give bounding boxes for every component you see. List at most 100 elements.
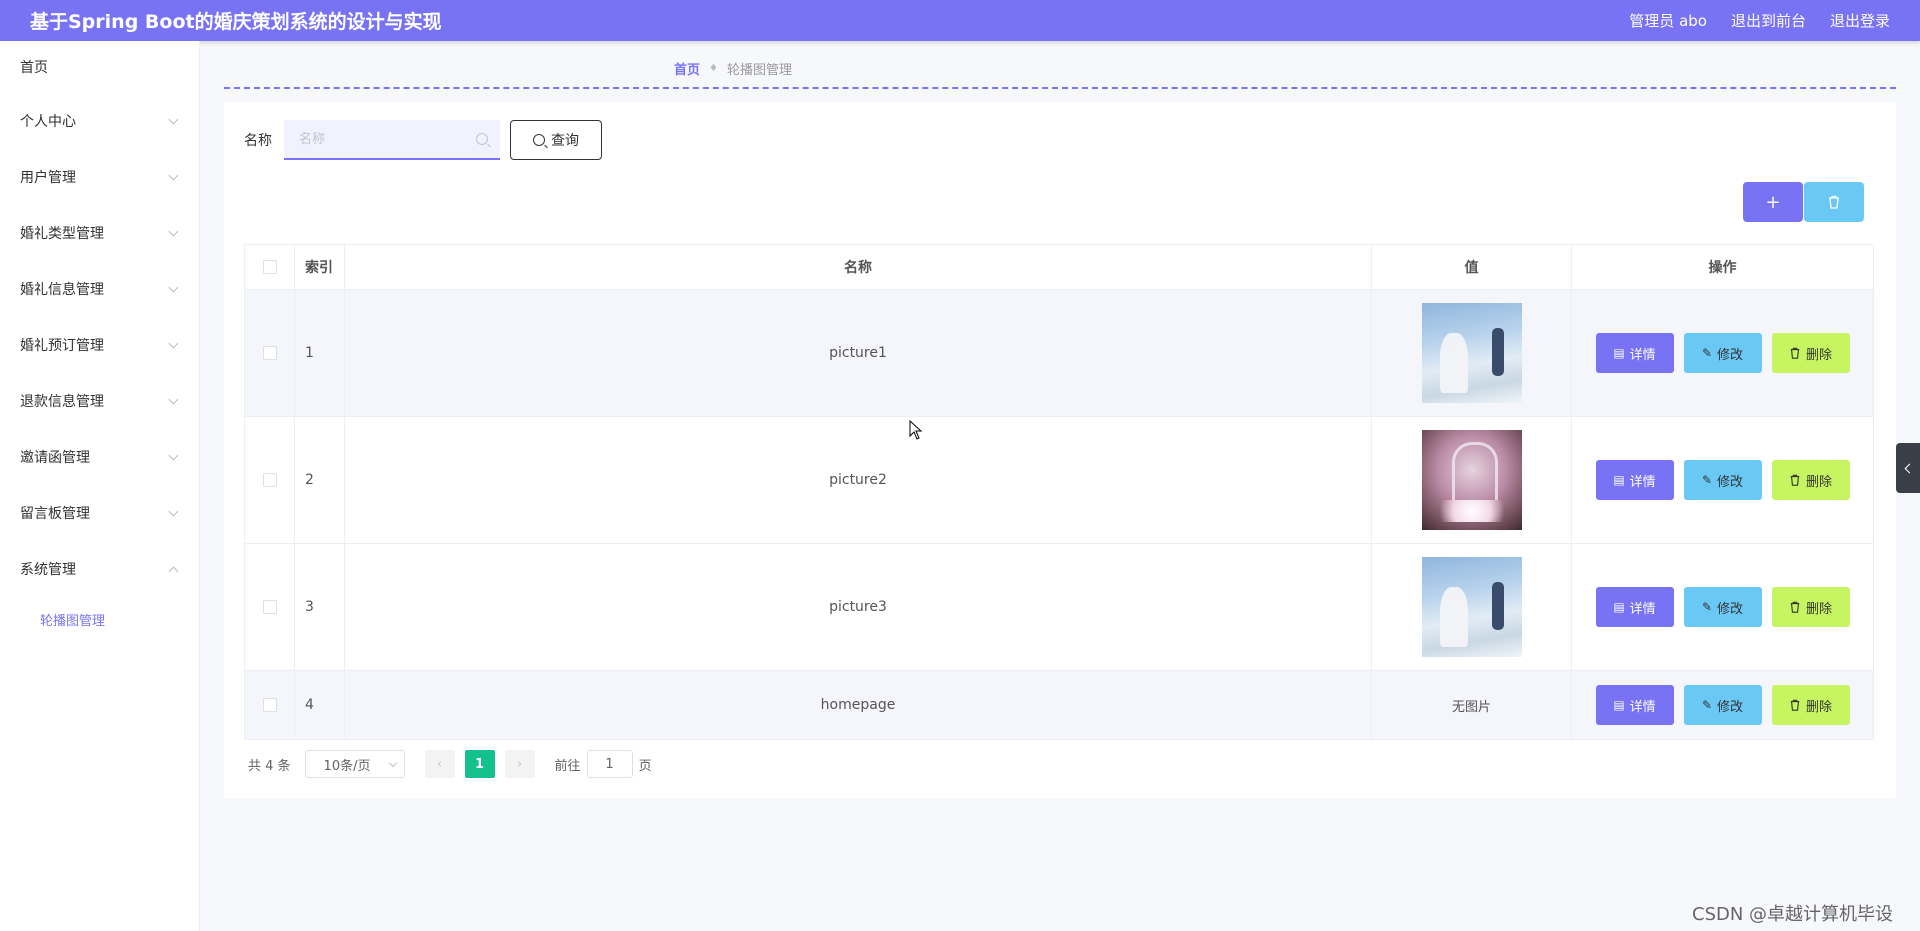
row-index: 1 bbox=[295, 290, 345, 416]
search-icon bbox=[476, 133, 488, 145]
search-bar: 名称 查询 bbox=[244, 120, 602, 160]
detail-button[interactable]: ▤ 详情 bbox=[1595, 685, 1674, 725]
row-checkbox-cell bbox=[245, 417, 295, 543]
chevron-down-icon bbox=[168, 282, 179, 292]
chevron-down-icon bbox=[168, 170, 179, 180]
search-input-wrapper[interactable] bbox=[284, 120, 500, 160]
no-image-text: 无图片 bbox=[1451, 699, 1491, 715]
pencil-icon: ✎ bbox=[1701, 698, 1713, 712]
carousel-table: 索引 名称 值 操作 1 picture1 ▤ 详情 ✎ 修改 删除 2 pictu… bbox=[244, 244, 1874, 740]
logout-link[interactable]: 退出登录 bbox=[1830, 10, 1890, 31]
document-icon: ▤ bbox=[1613, 698, 1625, 712]
sidebar-item-label: 退款信息管理 bbox=[20, 394, 104, 410]
delete-button[interactable]: 删除 bbox=[1771, 333, 1850, 373]
table-row: 3 picture3 ▤ 详情 ✎ 修改 删除 bbox=[245, 544, 1873, 671]
delete-button[interactable]: 删除 bbox=[1771, 460, 1850, 500]
header-actions: 管理员 abo 退出到前台 退出登录 bbox=[1629, 10, 1890, 31]
row-name: homepage bbox=[345, 671, 1372, 739]
page-number-active[interactable]: 1 bbox=[464, 750, 495, 778]
edit-label: 修改 bbox=[1717, 699, 1744, 715]
document-icon: ▤ bbox=[1613, 473, 1625, 487]
sidebar-subitem-carousel[interactable]: 轮播图管理 bbox=[0, 597, 199, 641]
next-page-button[interactable]: › bbox=[504, 750, 535, 778]
goto-page-input[interactable] bbox=[586, 750, 633, 778]
plus-icon: + bbox=[1765, 191, 1781, 213]
search-icon bbox=[533, 134, 545, 146]
chevron-down-icon bbox=[168, 450, 179, 460]
detail-label: 详情 bbox=[1629, 699, 1656, 715]
wedding-photo-thumbnail bbox=[1421, 430, 1522, 530]
page-size-select[interactable]: 10条/页 bbox=[304, 750, 405, 778]
row-name: picture1 bbox=[345, 290, 1372, 416]
chevron-down-icon bbox=[168, 114, 179, 124]
sidebar-item-label: 首页 bbox=[20, 60, 48, 76]
header-ops: 操作 bbox=[1708, 260, 1737, 276]
row-checkbox[interactable] bbox=[262, 473, 277, 487]
detail-button[interactable]: ▤ 详情 bbox=[1595, 587, 1674, 627]
row-ops: ▤ 详情 ✎ 修改 删除 bbox=[1572, 544, 1873, 670]
watermark-text: CSDN @卓越计算机毕设 bbox=[1692, 904, 1894, 925]
mouse-cursor-icon bbox=[909, 420, 923, 440]
delete-label: 删除 bbox=[1805, 474, 1832, 490]
row-checkbox[interactable] bbox=[262, 698, 277, 712]
chevron-down-icon bbox=[168, 226, 179, 236]
edit-button[interactable]: ✎ 修改 bbox=[1683, 587, 1762, 627]
panel-toggle-button[interactable] bbox=[1896, 443, 1920, 493]
query-button-label: 查询 bbox=[551, 133, 579, 149]
query-button[interactable]: 查询 bbox=[510, 120, 602, 160]
delete-button[interactable]: 删除 bbox=[1771, 587, 1850, 627]
sidebar-item-system[interactable]: 系统管理 bbox=[0, 541, 199, 597]
edit-button[interactable]: ✎ 修改 bbox=[1683, 460, 1762, 500]
row-value: 无图片 bbox=[1372, 671, 1572, 739]
edit-button[interactable]: ✎ 修改 bbox=[1683, 685, 1762, 725]
row-index: 4 bbox=[295, 671, 345, 739]
row-checkbox-cell bbox=[245, 671, 295, 739]
delete-label: 删除 bbox=[1805, 347, 1832, 363]
exit-to-front-link[interactable]: 退出到前台 bbox=[1731, 10, 1806, 31]
chevron-left-icon bbox=[1904, 463, 1915, 473]
breadcrumb-home[interactable]: 首页 bbox=[674, 59, 700, 78]
sidebar-item-user-management[interactable]: 用户管理 bbox=[0, 149, 199, 205]
delete-label: 删除 bbox=[1805, 601, 1832, 617]
search-input[interactable] bbox=[299, 131, 459, 147]
detail-button[interactable]: ▤ 详情 bbox=[1595, 460, 1674, 500]
sidebar-item-wedding-booking[interactable]: 婚礼预订管理 bbox=[0, 317, 199, 373]
row-index: 3 bbox=[295, 544, 345, 670]
prev-page-button[interactable]: ‹ bbox=[424, 750, 455, 778]
sidebar-item-wedding-type[interactable]: 婚礼类型管理 bbox=[0, 205, 199, 261]
sidebar-item-label: 婚礼信息管理 bbox=[20, 282, 104, 298]
pencil-icon: ✎ bbox=[1701, 473, 1713, 487]
sidebar-item-refund-info[interactable]: 退款信息管理 bbox=[0, 373, 199, 429]
admin-user-label[interactable]: 管理员 abo bbox=[1629, 10, 1707, 31]
row-value bbox=[1372, 544, 1572, 670]
sidebar-item-message-board[interactable]: 留言板管理 bbox=[0, 485, 199, 541]
select-all-checkbox[interactable] bbox=[262, 260, 277, 274]
row-checkbox-cell bbox=[245, 290, 295, 416]
delete-label: 删除 bbox=[1805, 699, 1832, 715]
table-header-row: 索引 名称 值 操作 bbox=[245, 245, 1873, 290]
batch-delete-button[interactable] bbox=[1804, 182, 1864, 222]
top-header: 基于Spring Boot的婚庆策划系统的设计与实现 管理员 abo 退出到前台… bbox=[0, 0, 1920, 41]
sidebar-item-invitation[interactable]: 邀请函管理 bbox=[0, 429, 199, 485]
row-index: 2 bbox=[295, 417, 345, 543]
sidebar-item-home[interactable]: 首页 bbox=[0, 41, 199, 93]
chevron-down-icon bbox=[388, 758, 397, 767]
detail-button[interactable]: ▤ 详情 bbox=[1595, 333, 1674, 373]
add-button[interactable]: + bbox=[1743, 182, 1803, 222]
page-size-value: 10条/页 bbox=[323, 758, 371, 774]
sidebar-item-wedding-info[interactable]: 婚礼信息管理 bbox=[0, 261, 199, 317]
sidebar-item-label: 个人中心 bbox=[20, 114, 76, 130]
delete-button[interactable]: 删除 bbox=[1771, 685, 1850, 725]
edit-label: 修改 bbox=[1717, 601, 1744, 617]
table-row: 2 picture2 ▤ 详情 ✎ 修改 删除 bbox=[245, 417, 1873, 544]
chevron-down-icon bbox=[168, 394, 179, 404]
trash-icon bbox=[1790, 601, 1800, 613]
chevron-left-icon: ‹ bbox=[436, 756, 443, 772]
goto-label: 前往 bbox=[554, 758, 581, 774]
edit-button[interactable]: ✎ 修改 bbox=[1683, 333, 1762, 373]
sidebar-item-personal-center[interactable]: 个人中心 bbox=[0, 93, 199, 149]
trash-icon bbox=[1790, 474, 1800, 486]
sidebar-item-label: 用户管理 bbox=[20, 170, 76, 186]
row-checkbox[interactable] bbox=[262, 346, 277, 360]
row-checkbox[interactable] bbox=[262, 600, 277, 614]
